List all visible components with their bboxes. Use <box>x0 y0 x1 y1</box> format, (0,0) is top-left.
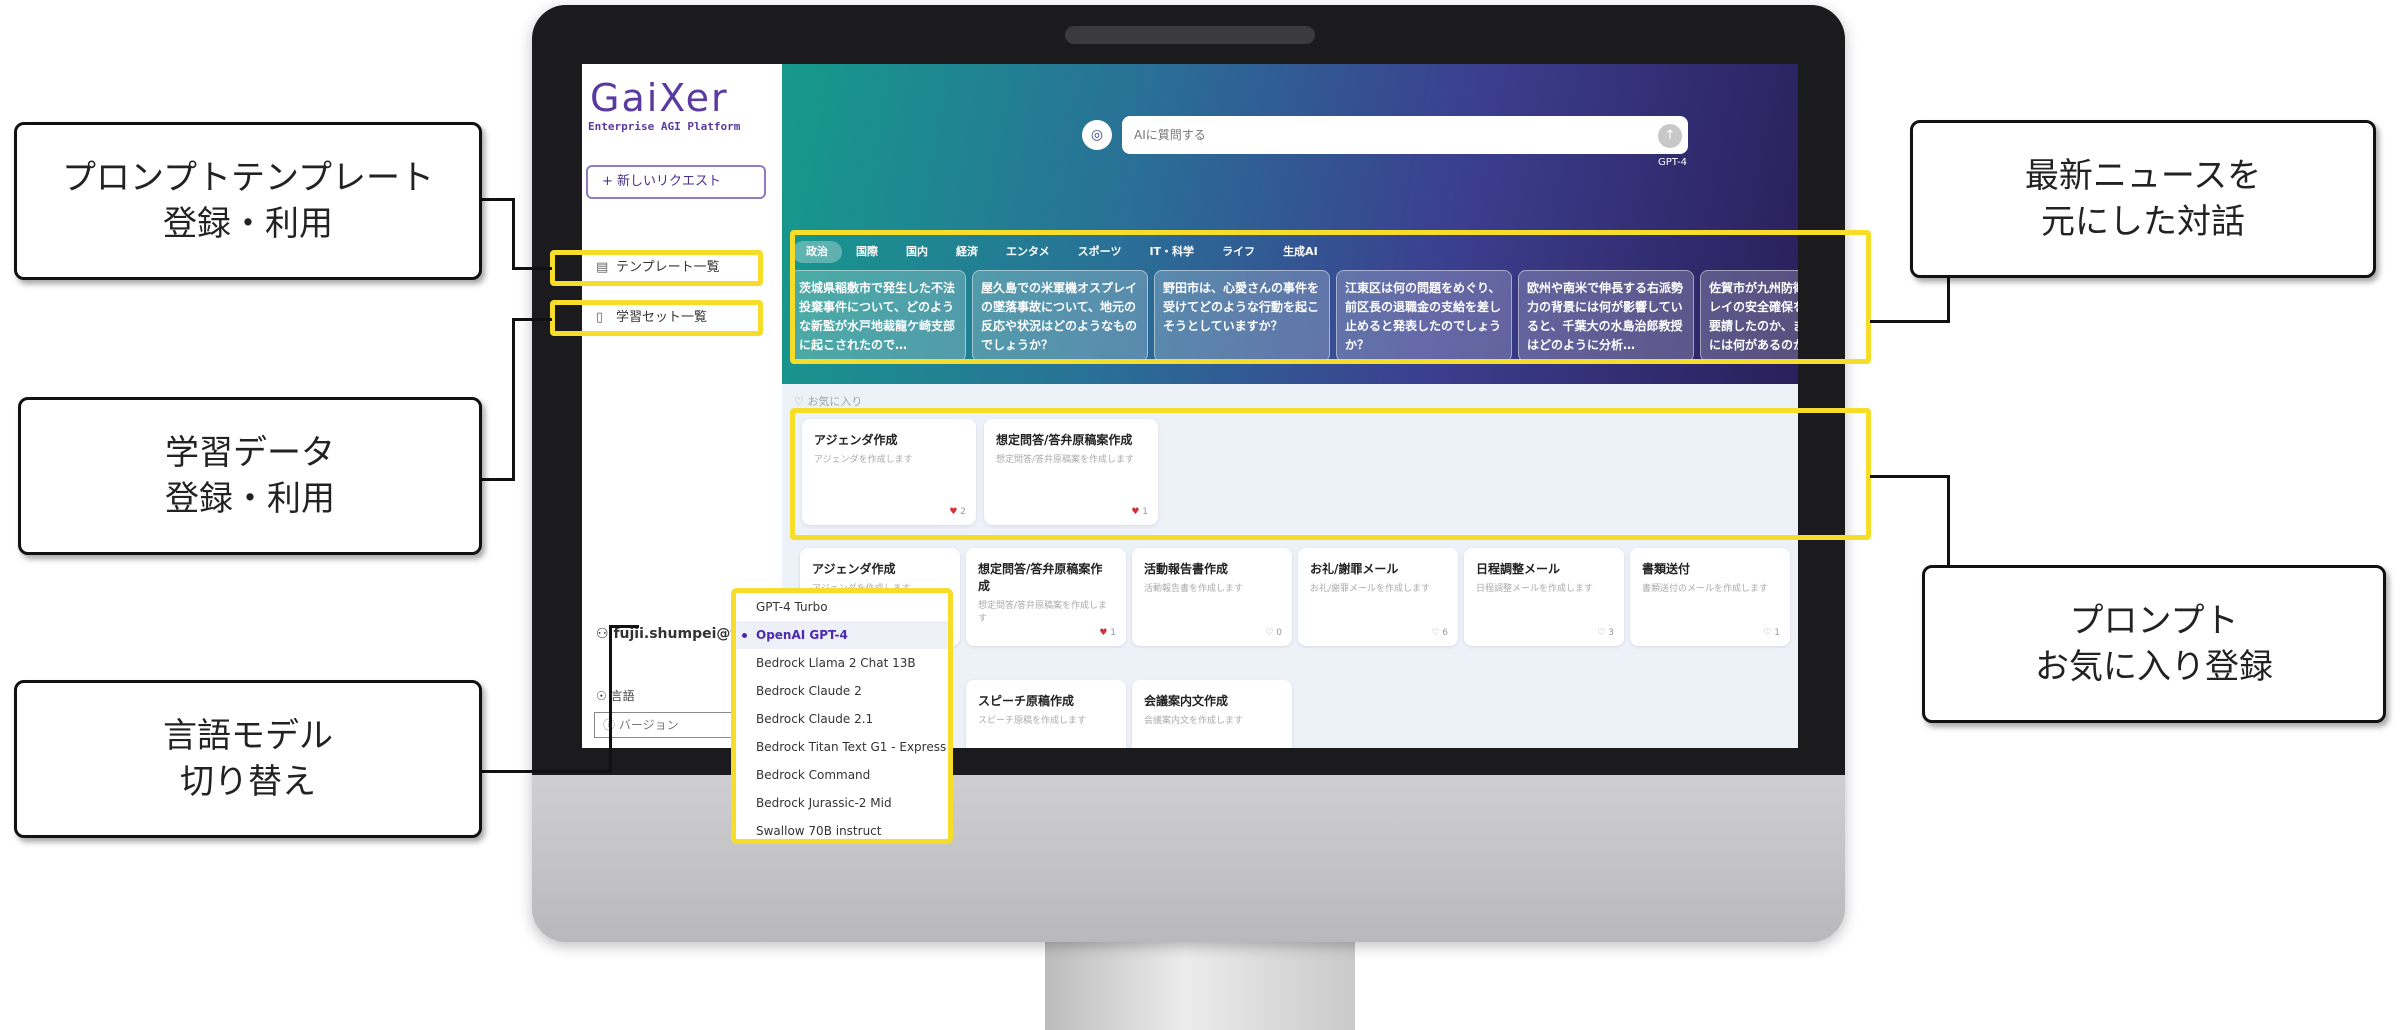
connector-line <box>482 478 514 481</box>
connector-line <box>1870 320 1950 323</box>
highlight-favorites-area <box>790 408 1871 540</box>
prompt-description: 活動報告書を作成します <box>1144 584 1244 594</box>
favorite-count[interactable]: ♡ 6 <box>1431 628 1448 638</box>
selected-dot-icon <box>742 633 747 638</box>
version-select[interactable]: ⓘ バージョン <box>594 712 734 738</box>
new-request-button[interactable]: + 新しいリクエスト <box>586 165 766 199</box>
version-placeholder: バージョン <box>618 718 679 732</box>
callout-line: プロンプト <box>2069 601 2239 641</box>
callout-line: 登録・利用 <box>163 204 333 244</box>
prompt-card[interactable]: 日程調整メール 日程調整メールを作成します ♡ 3 <box>1464 548 1624 646</box>
ai-question-input[interactable] <box>1122 116 1622 154</box>
language-label: 言語 <box>610 689 635 703</box>
prompt-description: お礼/謝罪メールを作成します <box>1310 584 1431 594</box>
callout-latest-news: 最新ニュースを 元にした対話 <box>1910 120 2376 278</box>
heart-outline-icon: ♡ <box>1431 628 1443 638</box>
ai-question-box: ↑ <box>1122 116 1688 154</box>
connector-line <box>512 198 515 270</box>
connector-line <box>512 267 552 270</box>
current-model-label: GPT-4 <box>1658 157 1687 168</box>
prompt-description: 想定問答/答弁原稿案を作成します <box>978 601 1108 624</box>
prompt-card[interactable]: スピーチ原稿作成 スピーチ原稿を作成します <box>966 680 1126 748</box>
prompt-title: スピーチ原稿作成 <box>978 694 1075 708</box>
prompt-card[interactable]: 書類送付 書類送付のメールを作成します ♡ 1 <box>1630 548 1790 646</box>
callout-prompt-template: プロンプトテンプレート 登録・利用 <box>14 122 482 280</box>
favorite-count[interactable]: ♡ 3 <box>1597 628 1614 638</box>
favorite-count[interactable]: ♡ 0 <box>1265 628 1282 638</box>
highlight-news-area <box>790 230 1871 364</box>
prompt-description: 日程調整メールを作成します <box>1476 584 1594 594</box>
connector-line <box>1947 278 1950 323</box>
favorite-count-value: 1 <box>1110 628 1116 638</box>
connector-line <box>1870 475 1950 478</box>
app-logo: GaiXer <box>590 76 729 120</box>
prompt-title: 想定問答/答弁原稿案作成 <box>978 562 1103 593</box>
camera-notch <box>1065 26 1315 44</box>
prompt-card[interactable]: お礼/謝罪メール お礼/謝罪メールを作成します ♡ 6 <box>1298 548 1458 646</box>
app-logo-subtitle: Enterprise AGI Platform <box>588 120 741 133</box>
user-name: fujii.shumpei@f <box>613 626 737 642</box>
callout-learning-data: 学習データ登録・利用 <box>18 397 482 555</box>
prompt-title: 活動報告書作成 <box>1144 562 1229 576</box>
callout-line: 言語モデル <box>163 716 333 756</box>
heart-icon: ♥ <box>1099 628 1111 638</box>
connector-line <box>482 770 612 773</box>
model-option[interactable]: Bedrock Jurassic-2 Mid <box>736 789 948 817</box>
favorites-label: ♡ お気に入り <box>794 395 863 408</box>
model-option[interactable]: Bedrock Titan Text G1 - Express <box>736 733 948 761</box>
model-option[interactable]: Swallow 70B instruct <box>736 817 948 839</box>
favorite-count-value: 1 <box>1774 628 1780 638</box>
prompt-description: スピーチ原稿を作成します <box>978 716 1087 726</box>
prompt-title: 会議案内文作成 <box>1144 694 1229 708</box>
heart-outline-icon: ♡ <box>1763 628 1775 638</box>
connector-line <box>1947 475 1950 567</box>
favorite-count[interactable]: ♥ 1 <box>1099 628 1116 638</box>
favorite-count-value: 3 <box>1608 628 1614 638</box>
prompt-card[interactable]: 活動報告書作成 活動報告書を作成します ♡ 0 <box>1132 548 1292 646</box>
model-option[interactable]: Bedrock Claude 2 <box>736 677 948 705</box>
callout-line: 切り替え <box>180 762 316 802</box>
prompt-title: 日程調整メール <box>1476 562 1561 576</box>
prompt-title: お礼/謝罪メール <box>1310 562 1399 576</box>
highlight-learning-set-list <box>550 300 763 336</box>
prompt-description: 会議案内文を作成します <box>1144 716 1244 726</box>
connector-line <box>482 198 514 201</box>
favorite-count[interactable]: ♡ 1 <box>1763 628 1780 638</box>
model-option-selected[interactable]: OpenAI GPT-4 <box>736 621 948 649</box>
connector-line <box>609 625 639 628</box>
callout-line: 最新ニュースを <box>2024 156 2262 196</box>
favorite-count-value: 0 <box>1276 628 1282 638</box>
callout-line: お気に入り登録 <box>2035 647 2273 687</box>
language-setting[interactable]: ☉ 言語 <box>596 687 635 704</box>
model-option[interactable]: Bedrock Llama 2 Chat 13B <box>736 649 948 677</box>
monitor-chin <box>532 775 1845 942</box>
prompt-title: アジェンダ作成 <box>812 562 896 576</box>
search-mode-icon[interactable]: ◎ <box>1082 120 1112 150</box>
favorite-count-value: 6 <box>1442 628 1448 638</box>
callout-line: 登録・利用 <box>165 479 335 519</box>
user-account[interactable]: ⚇ fujii.shumpei@f <box>596 626 736 642</box>
send-button[interactable]: ↑ <box>1658 124 1682 148</box>
callout-line: 学習データ <box>165 433 335 473</box>
model-dropdown: GPT-4 Turbo OpenAI GPT-4 Bedrock Llama 2… <box>731 588 953 844</box>
callout-language-model: 言語モデル 切り替え <box>14 680 482 838</box>
model-option[interactable]: GPT-4 Turbo <box>736 593 948 621</box>
model-option[interactable]: Bedrock Command <box>736 761 948 789</box>
connector-line <box>512 318 552 321</box>
callout-line: 元にした対話 <box>2041 202 2245 242</box>
connector-line <box>512 318 515 481</box>
highlight-template-list <box>550 250 763 286</box>
heart-outline-icon: ♡ <box>1265 628 1277 638</box>
heart-outline-icon: ♡ <box>1597 628 1609 638</box>
connector-line <box>609 625 612 773</box>
callout-prompt-favorite: プロンプトお気に入り登録 <box>1922 565 2386 723</box>
prompt-card[interactable]: 想定問答/答弁原稿案作成 想定問答/答弁原稿案を作成します ♥ 1 <box>966 548 1126 646</box>
prompt-card[interactable]: 会議案内文作成 会議案内文を作成します <box>1132 680 1292 748</box>
prompt-description: 書類送付のメールを作成します <box>1642 584 1769 594</box>
callout-line: プロンプトテンプレート <box>62 158 434 198</box>
model-option[interactable]: Bedrock Claude 2.1 <box>736 705 948 733</box>
model-option-label: OpenAI GPT-4 <box>756 628 848 642</box>
prompt-title: 書類送付 <box>1642 562 1691 576</box>
